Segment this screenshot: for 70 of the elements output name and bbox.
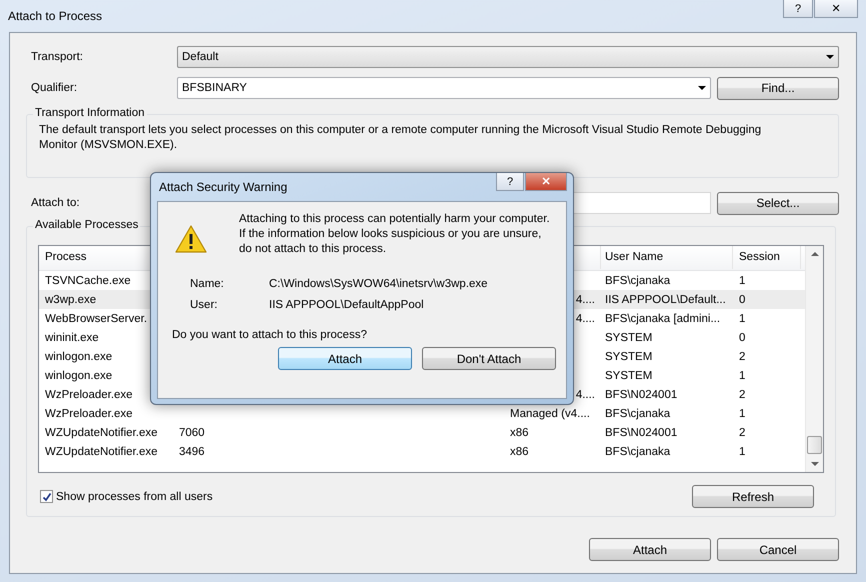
table-cell-text: 2 (738, 426, 746, 438)
warning-message: Attaching to this process can potentially harm your computer. If the information below looks suspicious or you are unsure, do not attach to this process. (239, 212, 551, 257)
field-label: Transport: (30, 51, 84, 63)
table-cell-text: BFS\cjanaka (604, 274, 672, 286)
detail-value: C:\Windows\SysWOW64\inetsrv\w3wp.exe (269, 278, 488, 290)
table-cell: 7060 (179, 426, 205, 438)
detail-label: User: (190, 298, 218, 310)
table-cell-text: WZUpdateNotifier.exe (44, 446, 158, 458)
table-row[interactable]: WzPreloader.exe Managed (v4.... BFS\cjanaka 1 (39, 404, 805, 423)
table-cell-text: 2 (738, 350, 746, 362)
select-button[interactable]: Select... (717, 192, 839, 214)
qualifier-dropdown[interactable]: BFSBINARY (177, 77, 711, 99)
table-cell-text: WzPreloader.exe (44, 408, 134, 420)
dialog-button[interactable]: Cancel (717, 538, 839, 561)
table-cell: Managed (v4.... (510, 408, 590, 420)
table-cell-text: 1 (738, 408, 746, 420)
table-cell: 4.... (576, 294, 595, 306)
table-cell-text: w3wp.exe (44, 294, 98, 306)
table-row[interactable]: WZUpdateNotifier.exe 3496 x86 BFS\cjanaka 1 (39, 442, 805, 461)
table-cell-text: 1 (738, 370, 746, 382)
checkmark-icon (42, 492, 52, 502)
question-text: Do you want to attach to this process? (172, 329, 368, 341)
group-title: Transport Information (33, 107, 147, 119)
table-cell-text: 1 (738, 312, 746, 324)
table-cell-text: IIS APPPOOL\Default... (604, 294, 727, 306)
window-title: Attach to Process (8, 9, 102, 23)
warning-icon (175, 224, 207, 254)
table-row[interactable]: WZUpdateNotifier.exe 7060 x86 BFS\N024001 2 (39, 423, 805, 442)
find-button[interactable]: Find... (717, 76, 839, 100)
group-title: Available Processes (33, 219, 140, 231)
table-cell-text: SYSTEM (604, 332, 654, 344)
table-cell-text: SYSTEM (604, 370, 654, 382)
table-cell-text: 0 (738, 294, 746, 306)
description-text: The default transport lets you select processes on this computer or a remote computer running the Microsoft Visual Studio Remote Debugging Monitor (MSVSMON.EXE). (39, 123, 762, 153)
refresh-button[interactable]: Refresh (692, 485, 814, 508)
table-cell-text: BFS\N024001 (604, 388, 678, 400)
table-cell: 4.... (576, 388, 595, 400)
field-label: Attach to: (30, 197, 81, 209)
scrollbar[interactable] (805, 246, 823, 472)
help-button[interactable]: ? (496, 173, 524, 191)
table-cell-text: BFS\cjanaka (604, 446, 672, 458)
transport-dropdown[interactable]: Default (177, 46, 839, 68)
table-cell-text: BFS\cjanaka [admini... (604, 312, 722, 324)
detail-label: Name: (190, 278, 225, 290)
table-cell-text: 0 (738, 332, 746, 344)
show-all-users-checkbox[interactable]: Show processes from all users (40, 490, 213, 503)
table-cell: x86 (510, 446, 529, 458)
detail-value: IIS APPPOOL\DefaultAppPool (269, 298, 424, 310)
field-label: Qualifier: (30, 82, 78, 94)
help-button[interactable]: ? (783, 0, 813, 18)
table-cell: x86 (510, 426, 529, 438)
dialog-button[interactable]: Attach (278, 347, 412, 370)
dialog-title: Attach Security Warning (159, 180, 288, 194)
table-cell-text: 1 (738, 446, 746, 458)
table-cell-text: 1 (738, 274, 746, 286)
table-cell-text: SYSTEM (604, 350, 654, 362)
dialog-button[interactable]: Attach (589, 538, 711, 561)
table-cell: 4.... (576, 312, 595, 324)
table-cell-text: 2 (738, 388, 746, 400)
close-button[interactable]: ✕ (814, 0, 858, 18)
table-cell-text: winlogon.exe (44, 370, 114, 382)
column-header[interactable]: User Name (601, 246, 733, 269)
table-cell-text: WzPreloader.exe (44, 388, 134, 400)
table-cell-text: WZUpdateNotifier.exe (44, 426, 158, 438)
table-cell-text: WebBrowserServer. (44, 312, 148, 324)
dialog-button[interactable]: Don't Attach (422, 347, 556, 370)
column-header[interactable]: Session (733, 246, 801, 269)
table-cell: 3496 (179, 446, 205, 458)
table-cell-text: BFS\cjanaka (604, 408, 672, 420)
table-cell-text: BFS\N024001 (604, 426, 678, 438)
